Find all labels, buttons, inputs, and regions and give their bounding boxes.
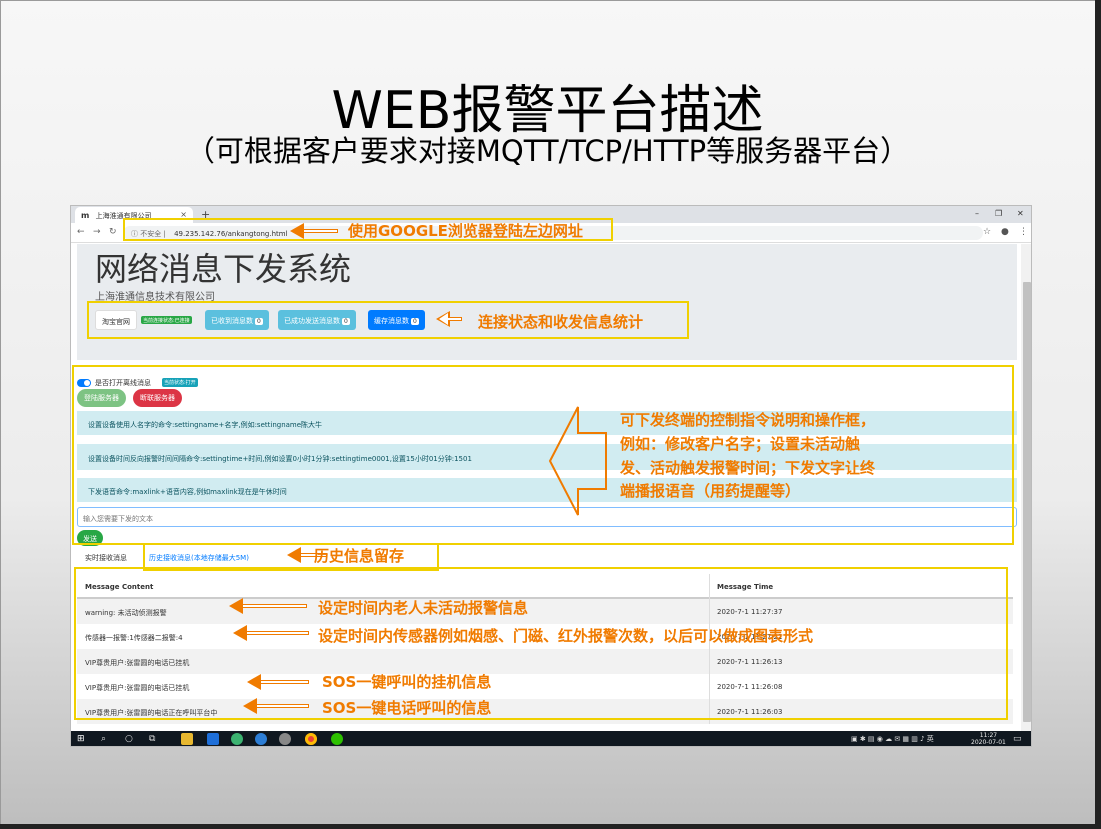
- close-window-icon[interactable]: ✕: [1017, 209, 1024, 218]
- minimize-icon[interactable]: –: [975, 209, 979, 218]
- notification-icon[interactable]: ▭: [1013, 734, 1022, 744]
- app-u-icon[interactable]: [207, 733, 219, 745]
- clock[interactable]: 11:27 2020-07-01: [971, 732, 1006, 746]
- table-row: VIP尊贵用户:张雷圆的电话已挂机 2020-7-1 11:26:08: [77, 674, 1013, 699]
- annotation-browser-login: 使用GOOGLE浏览器登陆左边网址: [348, 222, 583, 240]
- table-header: Message Content Message Time: [77, 574, 1013, 599]
- cortana-icon[interactable]: ○: [125, 734, 133, 744]
- send-button[interactable]: 发送: [77, 530, 103, 546]
- tab-realtime[interactable]: 实时接收消息: [85, 553, 127, 563]
- task-view-icon[interactable]: ⧉: [149, 734, 155, 744]
- close-tab-icon[interactable]: ×: [180, 210, 187, 219]
- command-hint-time: 设置设备时间反向报警时间间隔命令:settingtime+时间,例如设置0小时1…: [77, 444, 1017, 470]
- arrow-status: [436, 311, 462, 327]
- table-row: VIP尊贵用户:张雷圆的电话已挂机 2020-7-1 11:26:13: [77, 649, 1013, 674]
- annotation-sos-call: SOS一键电话呼叫的信息: [322, 699, 492, 717]
- message-input[interactable]: 输入您需要下发的文本: [77, 507, 1017, 527]
- bookmark-star-icon[interactable]: ☆: [983, 227, 991, 237]
- annotation-commands-3: 发、活动触发报警时间；下发文字让终: [620, 459, 876, 477]
- scrollbar-thumb[interactable]: [1023, 282, 1031, 722]
- received-count-button[interactable]: 已收到消息数 0: [205, 310, 269, 330]
- maximize-icon[interactable]: ❐: [995, 209, 1002, 218]
- arrow-url: [290, 223, 338, 239]
- taobao-button[interactable]: 淘宝官网: [95, 310, 137, 330]
- windows-start-icon[interactable]: ⊞: [77, 734, 85, 744]
- app-blue-icon[interactable]: [255, 733, 267, 745]
- slide-shadow-bottom: [0, 824, 1101, 829]
- table-row: VIP尊贵用户:张雷圆的电话正在呼叫平台中 2020-7-1 11:26:03: [77, 699, 1013, 724]
- app-gray-icon[interactable]: [279, 733, 291, 745]
- command-section: 是否打开离线消息 当前状态:打开 登陆服务器 断联服务器 设置设备使用人名字的命…: [77, 364, 1017, 564]
- slide-subtitle: （可根据客户要求对接MQTT/TCP/HTTP等服务器平台）: [185, 134, 910, 168]
- command-hint-voice: 下发语音命令:maxlink+语音内容,例如maxlink现在是午休时间: [77, 478, 1017, 502]
- back-icon[interactable]: ←: [77, 227, 85, 237]
- offline-status-badge: 当前状态:打开: [162, 378, 198, 387]
- file-explorer-icon[interactable]: [181, 733, 193, 745]
- menu-icon[interactable]: ⋮: [1019, 227, 1028, 237]
- arrow-sensor: [233, 625, 309, 641]
- annotation-sensor: 设定时间内传感器例如烟感、门磁、红外报警次数，以后可以做成图表形式: [318, 627, 814, 645]
- annotation-status-stats: 连接状态和收发信息统计: [478, 313, 644, 331]
- annotation-history: 历史信息留存: [314, 547, 405, 565]
- arrow-commands: [548, 406, 607, 516]
- arrow-sos-hangup: [247, 674, 309, 690]
- system-tray-icons[interactable]: ▣ ✱ ▤ ◉ ☁ ✉ ▦ ▥ ♪ 英: [851, 734, 934, 744]
- company-name: 上海淮通信息技术有限公司: [95, 292, 215, 303]
- browser-tab[interactable]: m 上海淮通有限公司 ×: [75, 207, 193, 223]
- command-hint-name: 设置设备使用人名字的命令:settingname+名字,例如:settingna…: [77, 411, 1017, 435]
- connection-status-badge: 当前连接状态:已连接: [141, 316, 192, 324]
- new-tab-icon[interactable]: +: [201, 208, 210, 221]
- app-green-icon[interactable]: [231, 733, 243, 745]
- message-table: Message Content Message Time warning: 未活…: [77, 574, 1013, 724]
- insecure-label: ⓘ 不安全 |: [131, 230, 166, 238]
- reload-icon[interactable]: ↻: [109, 227, 117, 237]
- page-scrollbar[interactable]: [1021, 244, 1031, 731]
- search-icon[interactable]: ⌕: [101, 734, 106, 744]
- sent-count-button[interactable]: 已成功发送消息数 0: [278, 310, 356, 330]
- favicon-icon: m: [81, 211, 90, 220]
- annotation-sos-hangup: SOS一键呼叫的挂机信息: [322, 673, 492, 691]
- tab-title: 上海淮通有限公司: [95, 212, 152, 220]
- tab-history[interactable]: 历史接收消息(本地存储最大5M): [149, 553, 249, 563]
- annotation-commands-4: 端播报语音（用药提醒等）: [620, 482, 801, 500]
- annotation-inactivity: 设定时间内老人未活动报警信息: [318, 599, 529, 617]
- arrow-inactivity: [229, 598, 307, 614]
- offline-toggle-label: 是否打开离线消息: [95, 379, 151, 387]
- arrow-sos-call: [243, 698, 309, 714]
- slide-shadow: [1095, 0, 1101, 829]
- windows-taskbar: ⊞ ⌕ ○ ⧉ ▣ ✱ ▤ ◉ ☁ ✉ ▦ ▥ ♪ 英 11:27 2020-0…: [71, 731, 1031, 746]
- chrome-icon[interactable]: [305, 733, 317, 745]
- wechat-icon[interactable]: [331, 733, 343, 745]
- header-jumbotron: 网络消息下发系统 上海淮通信息技术有限公司 淘宝官网 当前连接状态:已连接 已收…: [77, 244, 1017, 360]
- profile-icon[interactable]: ●: [1001, 227, 1009, 237]
- system-title: 网络消息下发系统: [95, 250, 352, 288]
- annotation-commands-1: 可下发终端的控制指令说明和操作框，: [620, 411, 876, 429]
- offline-toggle[interactable]: [77, 379, 91, 387]
- cached-count-button[interactable]: 缓存消息数 0: [368, 310, 425, 330]
- table-row: warning: 未活动侦测报警 2020-7-1 11:27:37: [77, 599, 1013, 624]
- forward-icon[interactable]: →: [93, 227, 101, 237]
- annotation-commands-2: 例如：修改客户名字；设置未活动触: [620, 435, 861, 453]
- message-tabs: 实时接收消息 历史接收消息(本地存储最大5M): [77, 549, 1017, 571]
- connect-server-button[interactable]: 登陆服务器: [77, 389, 126, 407]
- disconnect-server-button[interactable]: 断联服务器: [133, 389, 182, 407]
- url-text: 49.235.142.76/ankangtong.html: [174, 230, 288, 238]
